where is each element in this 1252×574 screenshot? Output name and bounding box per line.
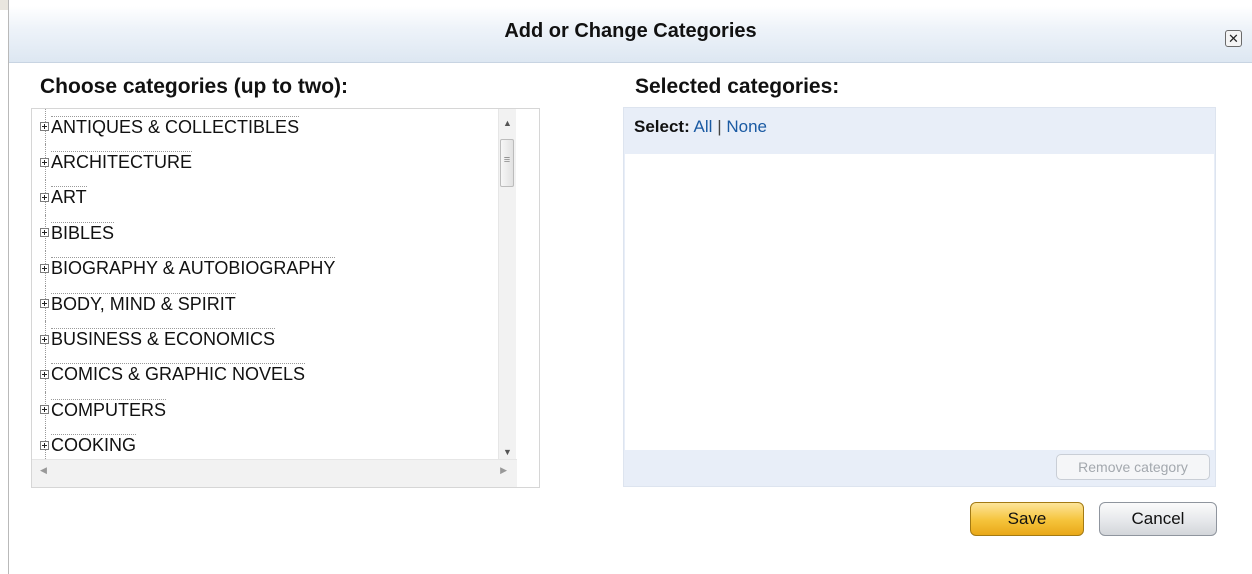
scroll-right-icon[interactable]: ▶ [500, 465, 507, 476]
category-label[interactable]: ARCHITECTURE [51, 151, 193, 173]
expand-plus-icon[interactable] [40, 440, 49, 450]
category-label[interactable]: BUSINESS & ECONOMICS [51, 328, 276, 350]
category-label[interactable]: BIBLES [51, 221, 115, 244]
category-label[interactable]: ART [51, 186, 87, 208]
expand-plus-icon[interactable] [40, 192, 49, 202]
selected-categories-heading: Selected categories: [635, 75, 840, 98]
category-tree-item[interactable]: BIBLES [40, 215, 510, 251]
select-separator: | [717, 117, 722, 136]
selected-categories-list[interactable] [625, 154, 1214, 450]
expand-plus-icon[interactable] [40, 369, 49, 379]
expand-plus-icon[interactable] [40, 263, 49, 273]
expand-plus-icon[interactable] [40, 334, 49, 344]
scroll-left-icon[interactable]: ◀ [40, 465, 47, 476]
category-tree-item[interactable]: ANTIQUES & COLLECTIBLES [40, 109, 510, 145]
category-label[interactable]: ANTIQUES & COLLECTIBLES [51, 115, 300, 138]
horizontal-scrollbar[interactable]: ◀ ▶ [32, 459, 517, 487]
category-label[interactable]: COOKING [51, 434, 137, 456]
vertical-scrollbar[interactable]: ▲ ▼ [498, 109, 516, 461]
category-tree-item[interactable]: COMICS & GRAPHIC NOVELS [40, 356, 510, 393]
category-tree-item[interactable]: BIOGRAPHY & AUTOBIOGRAPHY [40, 250, 510, 286]
category-tree-item[interactable]: COOKING [40, 427, 510, 463]
select-all-link[interactable]: All [694, 117, 713, 136]
close-icon[interactable]: ✕ [1225, 30, 1242, 47]
scroll-up-icon[interactable]: ▲ [499, 115, 516, 132]
category-label[interactable]: BIOGRAPHY & AUTOBIOGRAPHY [51, 257, 336, 279]
cancel-button[interactable]: Cancel [1099, 502, 1217, 536]
category-label[interactable]: COMPUTERS [51, 398, 167, 421]
category-tree: ANTIQUES & COLLECTIBLES ARCHITECTURE ART BI… [31, 108, 540, 488]
category-tree-item[interactable]: BUSINESS & ECONOMICS [40, 321, 510, 357]
category-label[interactable]: COMICS & GRAPHIC NOVELS [51, 363, 306, 385]
category-tree-list: ANTIQUES & COLLECTIBLES ARCHITECTURE ART BI… [40, 109, 510, 463]
select-none-link[interactable]: None [726, 117, 767, 136]
scroll-thumb[interactable] [500, 139, 514, 187]
category-tree-item[interactable]: ARCHITECTURE [40, 144, 510, 180]
dialog-title: Add or Change Categories [504, 20, 757, 42]
category-tree-item[interactable]: BODY, MIND & SPIRIT [40, 285, 510, 322]
expand-plus-icon[interactable] [40, 122, 49, 132]
category-label[interactable]: BODY, MIND & SPIRIT [51, 292, 236, 315]
category-tree-item[interactable]: COMPUTERS [40, 392, 510, 428]
selected-categories-panel: Select: All | None Remove category [623, 107, 1216, 487]
select-bar: Select: All | None [624, 108, 1215, 154]
expand-plus-icon[interactable] [40, 405, 49, 415]
expand-plus-icon[interactable] [40, 299, 49, 309]
choose-categories-heading: Choose categories (up to two): [40, 75, 349, 98]
category-tree-item[interactable]: ART [40, 179, 510, 216]
save-button[interactable]: Save [970, 502, 1084, 536]
dialog-titlebar: Add or Change Categories ✕ [9, 6, 1252, 63]
select-label: Select: [634, 117, 690, 136]
remove-category-button[interactable]: Remove category [1056, 454, 1210, 480]
expand-plus-icon[interactable] [40, 228, 49, 238]
expand-plus-icon[interactable] [40, 157, 49, 167]
